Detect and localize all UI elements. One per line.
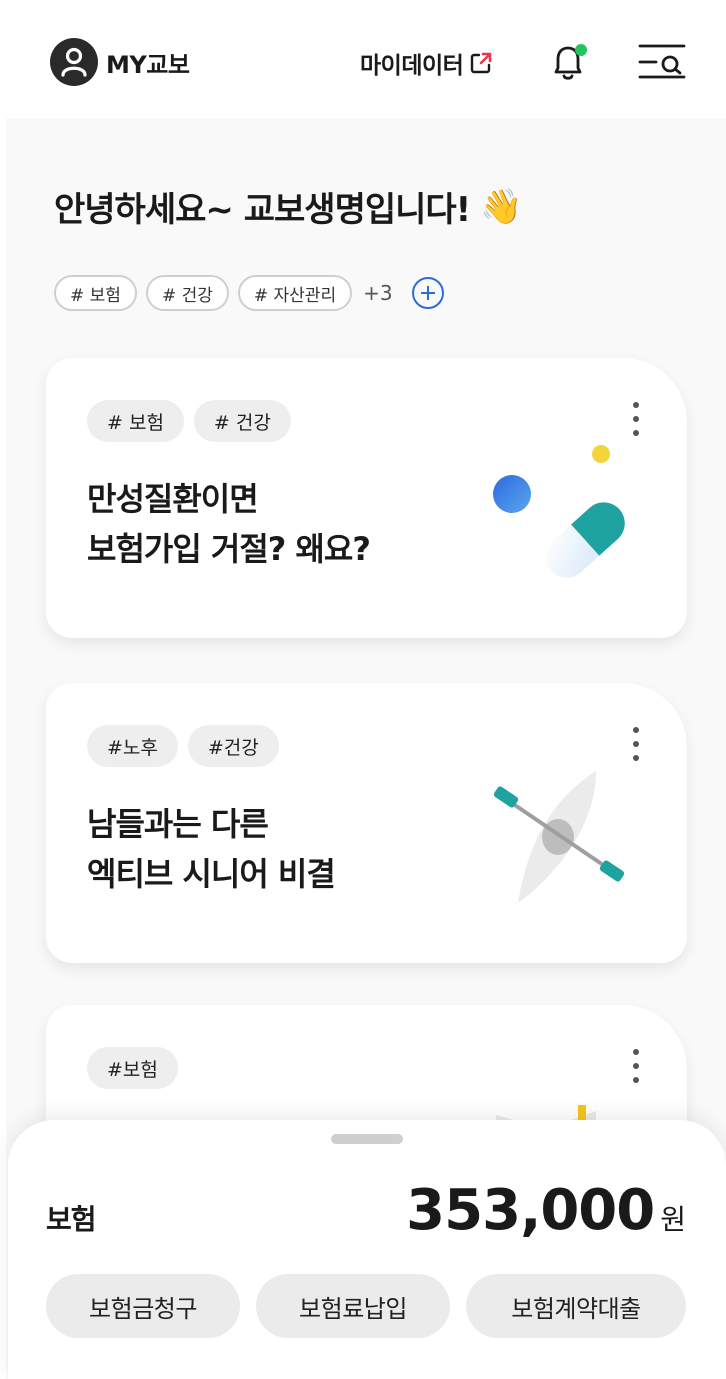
user-icon bbox=[50, 38, 98, 86]
card-title: 남들과는 다른 엑티브 시니어 비결 bbox=[87, 799, 336, 899]
card-tags: #노후 #건강 bbox=[87, 725, 279, 767]
app-header: MY교보 마이데이터 bbox=[0, 0, 726, 118]
external-link-icon bbox=[471, 52, 492, 74]
card-tag[interactable]: # 건강 bbox=[193, 400, 291, 442]
mydata-link[interactable]: 마이데이터 bbox=[360, 46, 493, 80]
waving-hand-icon: 👋 bbox=[480, 186, 522, 227]
interest-chips: # 보험 # 건강 # 자산관리 +3 bbox=[54, 275, 444, 311]
card-tag[interactable]: #노후 bbox=[87, 725, 178, 767]
insurance-label: 보험 bbox=[46, 1203, 97, 1236]
card-title: 만성질환이면 보험가입 거절? 왜요? bbox=[87, 474, 371, 574]
premium-amount: 353,000 원 bbox=[406, 1178, 686, 1243]
card-title-line: 보험가입 거절? 왜요? bbox=[87, 530, 371, 568]
kayak-icon bbox=[493, 771, 625, 903]
chip-asset-management[interactable]: # 자산관리 bbox=[237, 275, 353, 311]
premium-payment-button[interactable]: 보험료납입 bbox=[256, 1274, 450, 1338]
claim-button[interactable]: 보험금청구 bbox=[46, 1274, 240, 1338]
more-options-icon[interactable] bbox=[633, 1049, 639, 1083]
chip-health[interactable]: # 건강 bbox=[145, 275, 229, 311]
content-card[interactable]: # 보험 # 건강 만성질환이면 보험가입 거절? 왜요? bbox=[46, 358, 687, 638]
card-title-line: 남들과는 다른 bbox=[87, 805, 269, 843]
more-options-icon[interactable] bbox=[633, 402, 639, 436]
card-title-line: 만성질환이면 bbox=[87, 480, 259, 518]
more-chips-count: +3 bbox=[363, 281, 393, 305]
pill-icon bbox=[493, 445, 625, 578]
chip-insurance[interactable]: # 보험 bbox=[54, 275, 137, 311]
more-options-icon[interactable] bbox=[633, 727, 639, 761]
policy-loan-button[interactable]: 보험계약대출 bbox=[466, 1274, 686, 1338]
add-interest-button[interactable] bbox=[411, 277, 444, 309]
bell-icon[interactable] bbox=[548, 40, 588, 84]
mydata-label: 마이데이터 bbox=[360, 53, 464, 79]
drag-handle[interactable] bbox=[331, 1134, 403, 1144]
my-kyobo-button[interactable]: MY교보 bbox=[50, 38, 190, 86]
card-tag[interactable]: # 보험 bbox=[87, 400, 184, 442]
card-tags: #보험 bbox=[87, 1047, 178, 1089]
card-tags: # 보험 # 건강 bbox=[87, 400, 291, 442]
menu-search-icon[interactable] bbox=[638, 40, 688, 84]
greeting-heading: 안녕하세요~ 교보생명입니다! 👋 bbox=[54, 182, 523, 231]
content-card[interactable]: #노후 #건강 남들과는 다른 엑티브 시니어 비결 bbox=[46, 683, 687, 963]
insurance-summary-sheet: 보험 353,000 원 보험금청구 보험료납입 보험계약대출 bbox=[8, 1120, 726, 1379]
card-title-line: 엑티브 시니어 비결 bbox=[87, 855, 336, 893]
card-tag[interactable]: #보험 bbox=[87, 1047, 178, 1089]
my-kyobo-label: MY교보 bbox=[106, 50, 190, 79]
amount-unit: 원 bbox=[660, 1203, 686, 1236]
plus-icon bbox=[420, 286, 435, 300]
greeting-text: 안녕하세요~ 교보생명입니다! bbox=[54, 190, 471, 230]
card-tag[interactable]: #건강 bbox=[187, 725, 279, 767]
amount-value: 353,000 bbox=[406, 1178, 655, 1243]
insurance-actions: 보험금청구 보험료납입 보험계약대출 bbox=[46, 1274, 686, 1338]
